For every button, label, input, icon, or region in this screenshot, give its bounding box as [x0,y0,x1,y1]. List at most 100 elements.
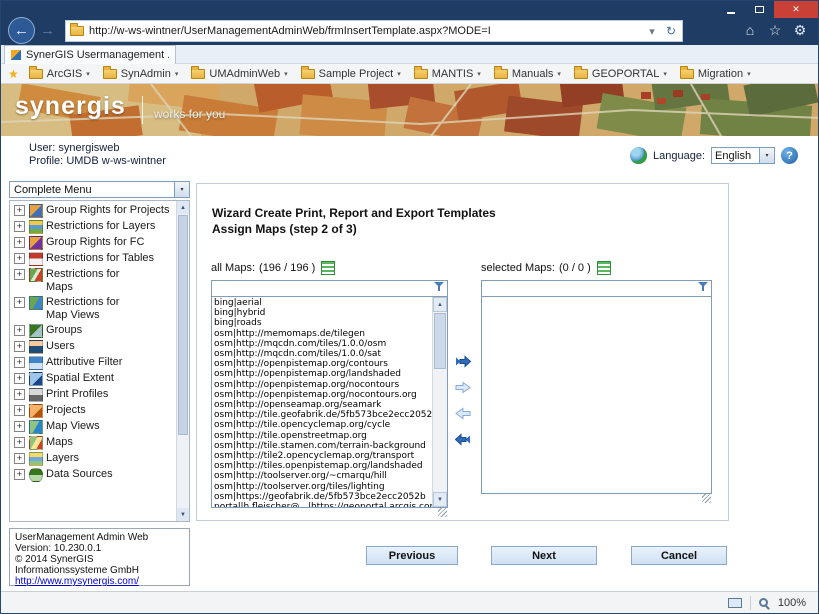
tree-item[interactable]: + Spatial Extent [10,371,176,387]
scrollbar-down-icon[interactable]: ▼ [433,492,447,507]
menu-dropdown-icon[interactable]: ▾ [174,182,189,197]
map-list-item[interactable]: osm|http://tiles.openpistemap.org/landsh… [214,461,432,471]
favorites-item[interactable]: MANTIS ▾ [414,68,481,80]
menu-select[interactable]: Complete Menu ▾ [9,181,190,198]
expand-plus-icon[interactable]: + [14,325,25,336]
tree-item[interactable]: + Group Rights for FC [10,235,176,251]
map-list-item[interactable]: osm|http://memomaps.de/tilegen [214,329,432,339]
expand-plus-icon[interactable]: + [14,469,25,480]
next-button[interactable]: Next [491,546,597,565]
map-list-item[interactable]: osm|https://geofabrik.de/5fb573bce2ecc20… [214,492,432,502]
all-maps-filter-input[interactable] [211,280,448,297]
home-icon[interactable]: ⌂ [742,22,758,39]
address-dropdown-icon[interactable]: ▾ [645,25,659,38]
map-list-item[interactable]: bing|aerial [214,298,432,308]
tree-item[interactable]: + Projects [10,403,176,419]
map-list-item[interactable]: osm|http://openpistemap.org/contours [214,359,432,369]
expand-plus-icon[interactable]: + [14,389,25,400]
tree-item[interactable]: + Maps [10,435,176,451]
scrollbar-up-icon[interactable]: ▲ [177,201,189,214]
selected-maps-listbox[interactable] [481,296,712,494]
tree-item[interactable]: + Layers [10,451,176,467]
add-all-button[interactable] [454,352,472,370]
expand-plus-icon[interactable]: + [14,205,25,216]
resize-grip[interactable] [702,494,711,503]
map-list-item[interactable]: bing|roads [214,318,432,328]
remove-button[interactable] [454,404,472,422]
synergis-link[interactable]: http://www.mysynergis.com/ [15,576,184,587]
filter-funnel-icon[interactable] [697,281,709,292]
tree-item[interactable]: + Group Rights for Projects [10,203,176,219]
tree-item[interactable]: + Users [10,339,176,355]
list-scrollbar[interactable]: ▲ ▼ [432,297,447,507]
favorites-item[interactable]: UMAdminWeb ▾ [191,68,287,80]
all-maps-listbox[interactable]: bing|aerialbing|hybridbing|roadsosm|http… [211,296,448,508]
back-button[interactable]: ← [8,17,35,44]
all-maps-grid-icon[interactable] [321,261,335,275]
expand-plus-icon[interactable]: + [14,297,25,308]
scrollbar-thumb[interactable] [434,313,446,369]
expand-plus-icon[interactable]: + [14,357,25,368]
map-list-item[interactable]: osm|http://mqcdn.com/tiles/1.0.0/sat [214,349,432,359]
expand-plus-icon[interactable]: + [14,253,25,264]
expand-plus-icon[interactable]: + [14,341,25,352]
filter-funnel-icon[interactable] [433,281,445,292]
minimize-button[interactable] [716,1,745,18]
favorites-item[interactable]: ArcGIS ▾ [29,68,90,80]
tree-item[interactable]: + Restrictions for Maps [10,267,176,295]
favorites-icon[interactable]: ☆ [767,22,783,39]
address-bar[interactable]: http://w-ws-wintner/UserManagementAdminW… [65,20,683,42]
favorites-item[interactable]: Manuals ▾ [494,68,561,80]
expand-plus-icon[interactable]: + [14,405,25,416]
expand-plus-icon[interactable]: + [14,221,25,232]
favorites-item[interactable]: GEOPORTAL ▾ [574,68,667,80]
expand-plus-icon[interactable]: + [14,453,25,464]
map-list-item[interactable]: osm|http://tile.geofabrik.de/5fb573bce2e… [214,410,432,420]
selected-maps-filter-input[interactable] [481,280,712,297]
forward-button[interactable]: → [40,22,55,39]
map-list-item[interactable]: osm|http://openseamap.org/seamark [214,400,432,410]
expand-plus-icon[interactable]: + [14,421,25,432]
favorites-star-icon[interactable]: ★ [8,67,19,81]
tree-scrollbar[interactable]: ▲ ▼ [176,201,189,521]
selected-maps-grid-icon[interactable] [597,261,611,275]
tree-item[interactable]: + Restrictions for Layers [10,219,176,235]
tree-item[interactable]: + Restrictions for Map Views [10,295,176,323]
expand-plus-icon[interactable]: + [14,269,25,280]
map-list-item[interactable]: osm|http://tile.openstreetmap.org [214,431,432,441]
expand-plus-icon[interactable]: + [14,237,25,248]
map-list-item[interactable]: bing|hybrid [214,308,432,318]
tree-item[interactable]: + Print Profiles [10,387,176,403]
map-list-item[interactable]: osm|http://tile.opencyclemap.org/cycle [214,420,432,430]
url-text[interactable]: http://w-ws-wintner/UserManagementAdminW… [89,25,640,37]
map-list-item[interactable]: osm|http://mqcdn.com/tiles/1.0.0/osm [214,339,432,349]
favorites-item[interactable]: SynAdmin ▾ [103,68,179,80]
favorites-item[interactable]: Sample Project ▾ [301,68,401,80]
map-list-item[interactable]: osm|http://openpistemap.org/nocontours.o… [214,390,432,400]
map-list-item[interactable]: portal|h.fleischer@...|https://geoportal… [214,502,432,507]
tree-item[interactable]: + Restrictions for Tables [10,251,176,267]
cancel-button[interactable]: Cancel [631,546,727,565]
expand-plus-icon[interactable]: + [14,373,25,384]
map-list-item[interactable]: osm|http://tile2.opencyclemap.org/transp… [214,451,432,461]
scrollbar-thumb[interactable] [178,215,188,435]
remove-all-button[interactable] [454,430,472,448]
map-list-item[interactable]: osm|http://tile.stamen.com/terrain-backg… [214,441,432,451]
tree-item[interactable]: + Data Sources [10,467,176,483]
previous-button[interactable]: Previous [366,546,458,565]
map-list-item[interactable]: osm|http://toolserver.org/~cmarqu/hill [214,471,432,481]
tab-synergis-usermanagement[interactable]: SynerGIS Usermanagement ... [4,45,176,64]
language-dropdown-icon[interactable]: ▾ [759,148,774,163]
tree-item[interactable]: + Groups [10,323,176,339]
close-button[interactable]: ✕ [774,1,818,18]
scrollbar-down-icon[interactable]: ▼ [177,508,189,521]
maximize-button[interactable] [745,1,774,18]
add-button[interactable] [454,378,472,396]
resize-grip[interactable] [438,508,447,517]
map-list-item[interactable]: osm|http://openpistemap.org/nocontours [214,380,432,390]
tree-item[interactable]: + Map Views [10,419,176,435]
expand-plus-icon[interactable]: + [14,437,25,448]
map-list-item[interactable]: osm|http://openpistemap.org/landshaded [214,369,432,379]
language-select[interactable]: English ▾ [711,147,775,164]
settings-gear-icon[interactable]: ⚙ [792,22,808,39]
